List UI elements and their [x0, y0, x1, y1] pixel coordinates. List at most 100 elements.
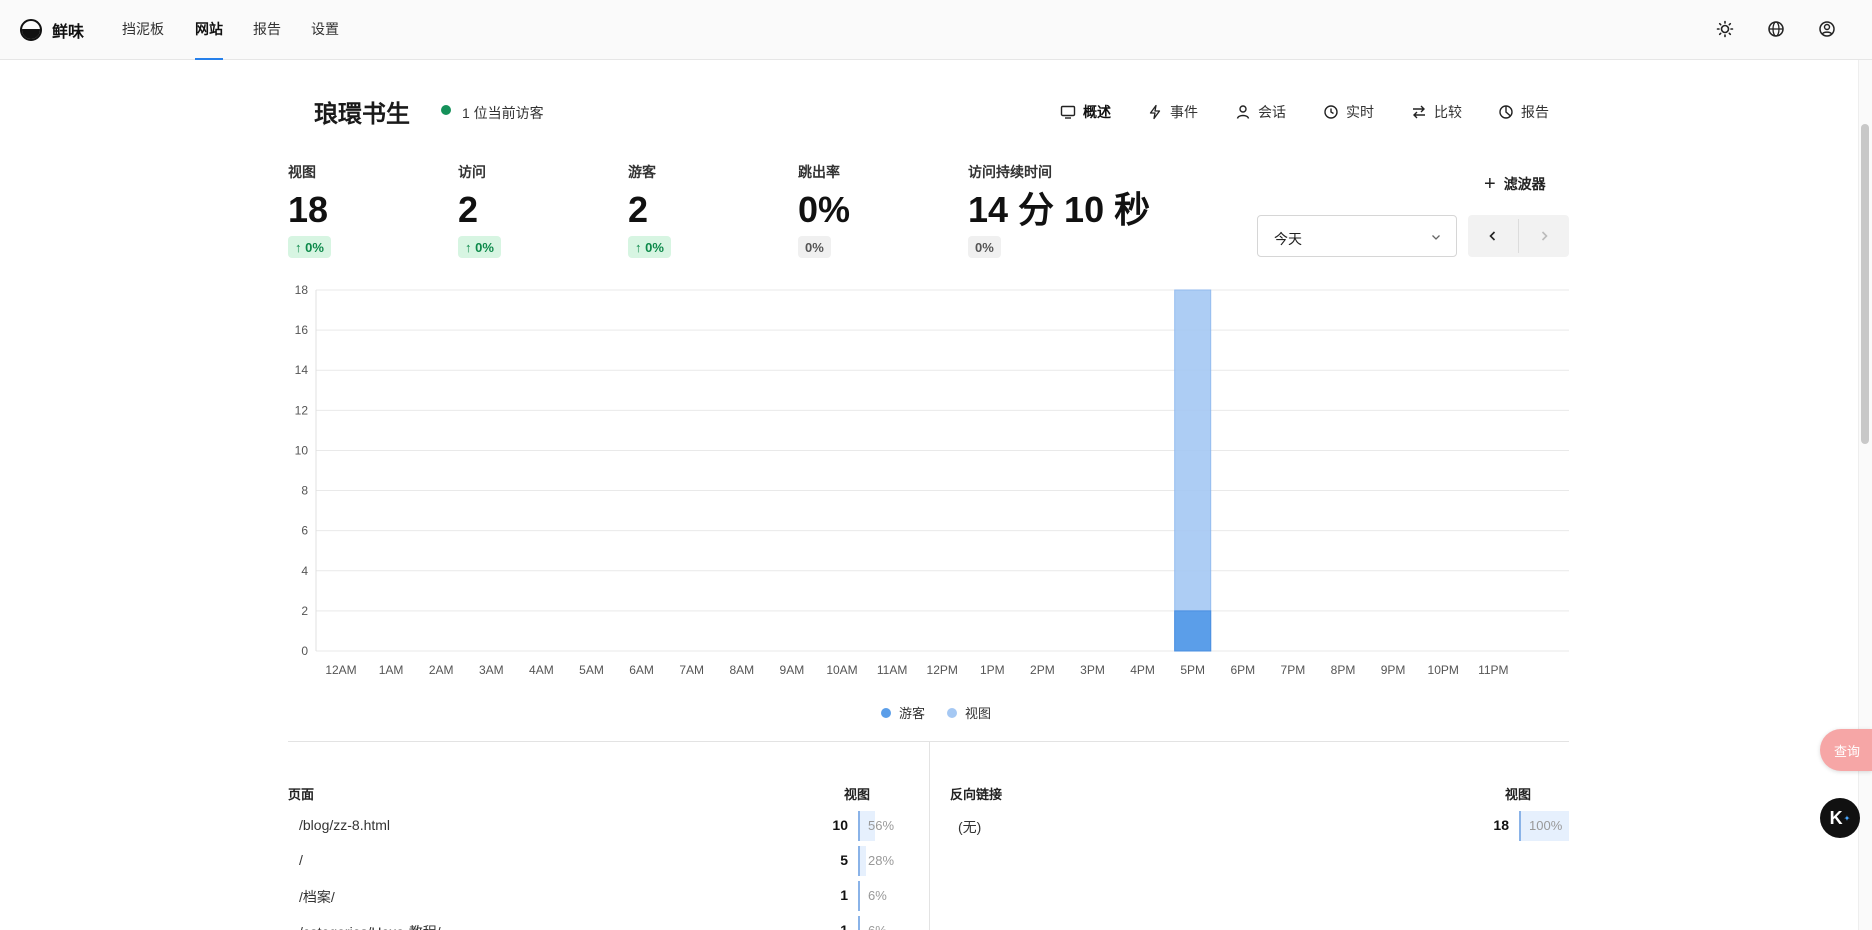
legend-item-views[interactable]: 视图 — [947, 703, 991, 722]
y-tick-label: 10 — [295, 443, 309, 457]
brand[interactable]: 鲜味 — [20, 18, 84, 42]
legend-label: 视图 — [965, 706, 992, 721]
chevron-right-icon — [1541, 231, 1548, 241]
scrollbar-thumb[interactable] — [1861, 124, 1869, 444]
x-tick-label: 1AM — [379, 663, 404, 677]
tab-label: 会话 — [1258, 104, 1286, 120]
user-icon — [1236, 105, 1250, 119]
row-value: 1 — [840, 922, 848, 930]
tab-sessions[interactable]: 会话 — [1235, 102, 1286, 122]
row-percent: 56% — [868, 818, 895, 833]
change-badge: ↑ 0% — [288, 236, 331, 258]
nav-item-settings[interactable]: 设置 — [311, 19, 339, 39]
date-range-select[interactable]: 今天 — [1257, 215, 1457, 257]
sun-icon[interactable] — [1716, 20, 1734, 38]
sparkle-icon: ✦ — [1843, 813, 1851, 823]
x-tick-label: 5AM — [579, 663, 604, 677]
x-tick-label: 4PM — [1130, 663, 1155, 677]
column-divider — [929, 742, 930, 930]
tab-events[interactable]: 事件 — [1147, 102, 1198, 122]
metric-label: 访问 — [458, 164, 486, 180]
metric-value: 14 分 10 秒 — [968, 189, 1151, 230]
y-tick-label: 8 — [301, 484, 308, 498]
x-tick-label: 6AM — [629, 663, 654, 677]
next-period-button[interactable] — [1519, 215, 1569, 257]
legend-dot — [880, 707, 891, 718]
x-tick-label: 6PM — [1230, 663, 1255, 677]
row-label: (无) — [958, 819, 982, 835]
x-tick-label: 10PM — [1428, 663, 1459, 677]
traffic-chart-svg: 0 2 4 6 8 10 12 14 16 18 12AM 1AM 2AM 3AM 4AM 5AM 6AM 7AM… — [295, 283, 1569, 677]
tab-label: 比较 — [1434, 104, 1462, 120]
arrows-swap-icon — [1413, 105, 1425, 119]
k-floating-button[interactable]: K ✦ — [1820, 798, 1860, 838]
filter-button[interactable]: + 滤波器 — [1484, 174, 1546, 194]
tab-label: 概述 — [1083, 104, 1111, 120]
metric-visit-duration[interactable]: 访问持续时间 14 分 10 秒 0% — [968, 162, 1150, 258]
tab-label: 事件 — [1170, 104, 1198, 120]
change-value: 0% — [475, 239, 494, 255]
bar-views[interactable] — [1174, 289, 1212, 652]
referrers-table-header: 反向链接 — [950, 787, 1003, 802]
metric-bounce-rate[interactable]: 跳出率 0% 0% — [798, 162, 850, 258]
row-value: 18 — [1493, 817, 1509, 833]
plus-icon: + — [1484, 173, 1496, 195]
nav-item-reports[interactable]: 报告 — [253, 19, 281, 39]
x-tick-label: 7PM — [1281, 663, 1306, 677]
bar-visitors[interactable] — [1174, 610, 1212, 652]
metric-value: 2 — [458, 189, 479, 230]
change-value: 0% — [305, 239, 324, 255]
k-label: K — [1829, 807, 1843, 828]
x-tick-label: 12PM — [927, 663, 958, 677]
row-label: / — [299, 852, 303, 868]
metric-visits[interactable]: 访问 2 ↑ 0% — [458, 162, 501, 258]
referrers-metric-header: 视图 — [1505, 787, 1532, 802]
clock-icon — [1324, 105, 1338, 119]
query-floating-button[interactable]: 查询 — [1820, 729, 1872, 771]
tab-overview[interactable]: 概述 — [1060, 102, 1111, 122]
x-tick-label: 11AM — [877, 663, 907, 677]
row-percent: 100% — [1529, 818, 1563, 833]
x-tick-label: 12AM — [325, 663, 356, 677]
tab-realtime[interactable]: 实时 — [1323, 102, 1374, 122]
globe-icon[interactable] — [1767, 20, 1785, 38]
x-tick-label: 3PM — [1080, 663, 1105, 677]
date-pager — [1468, 215, 1569, 257]
user-circle-icon[interactable] — [1818, 20, 1836, 38]
y-tick-label: 6 — [301, 524, 308, 538]
x-tick-label: 1PM — [980, 663, 1005, 677]
row-value: 5 — [840, 852, 848, 868]
metric-label: 游客 — [628, 164, 656, 180]
pages-metric-header: 视图 — [844, 787, 871, 802]
x-tick-label: 5PM — [1180, 663, 1205, 677]
metric-views[interactable]: 视图 18 ↑ 0% — [288, 162, 331, 258]
legend-item-visitors[interactable]: 游客 — [880, 703, 925, 722]
x-tick-label: 2AM — [429, 663, 454, 677]
current-visitors-text[interactable]: 1 位当前访客 — [462, 103, 544, 123]
nav-item-dashboard[interactable]: 挡泥板 — [122, 19, 164, 39]
y-tick-label: 12 — [295, 403, 309, 417]
x-tick-label: 9AM — [780, 663, 805, 677]
x-tick-label: 4AM — [529, 663, 554, 677]
scrollbar[interactable] — [1858, 60, 1872, 930]
traffic-chart: 0 2 4 6 8 10 12 14 16 18 12AM 1AM 2AM 3AM 4AM 5AM 6AM 7AM… — [280, 280, 1580, 700]
metric-label: 跳出率 — [798, 164, 840, 180]
tab-compare[interactable]: 比较 — [1411, 102, 1462, 122]
x-tick-label: 7AM — [679, 663, 704, 677]
y-tick-label: 14 — [295, 363, 309, 377]
date-range-value: 今天 — [1274, 231, 1302, 247]
tab-reports[interactable]: 报告 — [1498, 102, 1549, 122]
row-percent: 6% — [868, 923, 887, 930]
row-label: /档案/ — [299, 889, 335, 905]
change-badge: ↑ 0% — [628, 236, 671, 258]
metric-visitors[interactable]: 游客 2 ↑ 0% — [628, 162, 671, 258]
row-percent: 28% — [868, 853, 895, 868]
change-value: 0% — [645, 239, 664, 255]
nav-item-websites[interactable]: 网站 — [195, 19, 223, 39]
previous-period-button[interactable] — [1468, 215, 1518, 257]
y-tick-label: 4 — [301, 564, 308, 578]
y-tick-label: 16 — [295, 323, 309, 337]
metric-value: 18 — [288, 189, 329, 230]
tab-label: 实时 — [1346, 104, 1374, 120]
chart-legend: 游客 视图 — [0, 703, 1872, 722]
